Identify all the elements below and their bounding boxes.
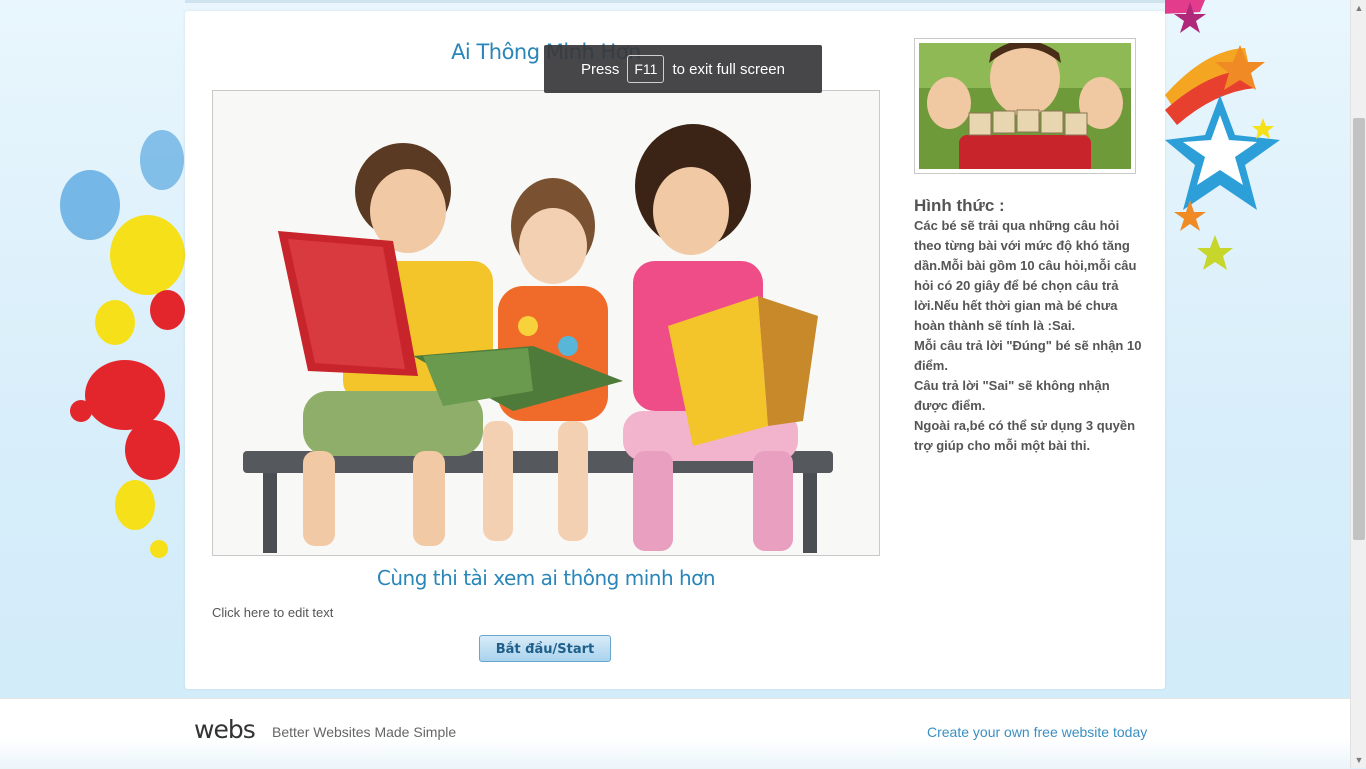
footer: webs Better Websites Made Simple Create … <box>0 698 1350 769</box>
create-website-link[interactable]: Create your own free website today <box>927 724 1147 740</box>
start-button[interactable]: Bắt đầu/Start <box>479 635 611 662</box>
toast-rest-text: to exit full screen <box>672 60 785 78</box>
fullscreen-toast: Press F11 to exit full screen <box>544 45 822 93</box>
scroll-down-icon[interactable]: ▼ <box>1351 752 1366 768</box>
stars-decoration <box>1165 0 1280 270</box>
footer-tagline: Better Websites Made Simple <box>272 724 457 740</box>
rules-paragraph: Mỗi câu trả lời "Đúng" bé sẽ nhận 10 điể… <box>914 338 1142 373</box>
vertical-scrollbar[interactable]: ▲ ▼ <box>1350 0 1366 768</box>
webs-logo[interactable]: webs <box>194 715 256 744</box>
edit-text-link[interactable]: Click here to edit text <box>212 605 333 620</box>
scroll-thumb[interactable] <box>1353 118 1365 540</box>
learn-photo <box>914 38 1136 175</box>
subtitle: Cùng thi tài xem ai thông minh hơn <box>376 566 716 590</box>
rules-paragraph: Câu trả lời "Sai" sẽ không nhận được điể… <box>914 378 1110 413</box>
top-strip <box>185 0 1165 3</box>
f11-key-badge: F11 <box>627 55 665 83</box>
scroll-up-icon[interactable]: ▲ <box>1351 0 1366 16</box>
kids-reading-photo <box>212 90 880 556</box>
toast-press-text: Press <box>581 60 620 78</box>
rules-paragraph: Các bé sẽ trải qua những câu hỏi theo từ… <box>914 218 1137 333</box>
rules-paragraph: Ngoài ra,bé có thể sử dụng 3 quyền trợ g… <box>914 418 1136 453</box>
rules-body: Các bé sẽ trải qua những câu hỏi theo từ… <box>914 216 1142 456</box>
rules-heading: Hình thức : <box>914 196 1005 215</box>
